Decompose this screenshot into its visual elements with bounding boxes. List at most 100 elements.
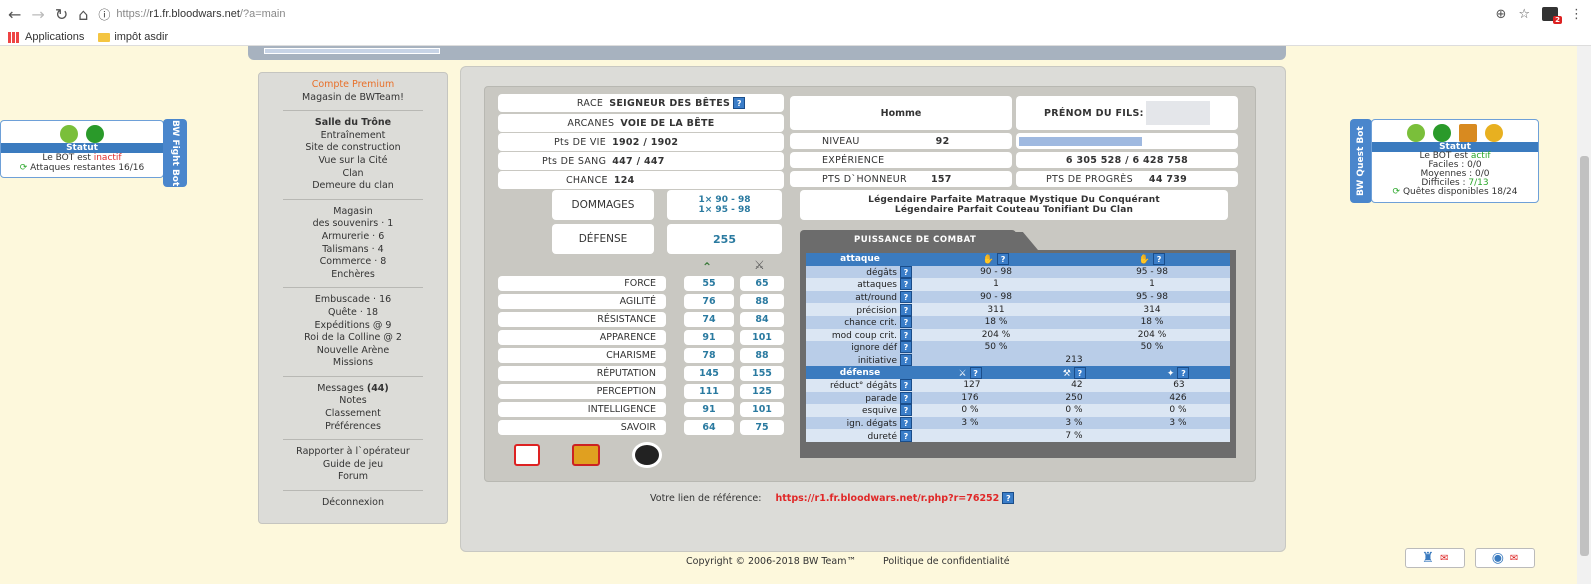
menu-item[interactable]: Roi de la Colline @ 2 [259,332,447,345]
menu-item[interactable]: Expéditions @ 9 [259,320,447,333]
gift-icon[interactable] [572,444,600,466]
bottom-button-2[interactable]: ◉ ✉ [1475,548,1535,568]
pierce-col: ✦? [1167,366,1190,379]
star-icon[interactable]: ☆ [1518,7,1530,22]
durete-row: dureté? 7 % [806,429,1230,442]
help-icon[interactable]: ? [900,404,912,417]
back-icon[interactable]: ← [8,5,21,24]
play-icon[interactable] [86,125,104,143]
refresh-icon[interactable]: ⟳ [20,163,28,173]
help-icon[interactable]: ? [900,391,912,404]
help-icon[interactable]: ? [900,341,912,354]
stat-base: 111 [684,384,734,399]
address-bar[interactable]: ⓘ https://r1.fr.bloodwars.net/?a=main [98,6,1485,23]
menu-item[interactable]: Armurerie · 6 [259,231,447,244]
weapon-name[interactable]: Légendaire Parfaite Matraque Mystique Du… [868,195,1160,205]
stat-base: 91 [684,402,734,417]
menu-item[interactable]: Demeure du clan [259,180,447,193]
help-icon[interactable]: ? [900,316,912,329]
help-icon[interactable]: ? [1073,366,1086,379]
dommages-line: 1× 90 - 98 [698,195,751,205]
arcanes-box: ARCANES VOIE DE LA BÊTE [498,114,784,132]
help-icon[interactable]: ? [900,278,912,291]
door-icon[interactable] [1459,124,1477,142]
menu-item[interactable]: Missions [259,357,447,370]
help-icon[interactable]: ? [997,253,1010,266]
menu-item[interactable]: Forum [259,471,447,484]
menu-item[interactable]: Commerce · 8 [259,256,447,269]
radiation-icon[interactable] [1485,124,1503,142]
help-icon[interactable]: ? [969,366,982,379]
quest-bot-tab[interactable]: BW Quest Bot [1350,119,1372,203]
menu-item[interactable]: Clan [259,168,447,181]
stat-name: AGILITÉ [619,296,656,307]
menu-item[interactable]: Classement [259,408,447,421]
menu-item[interactable]: Préférences [259,421,447,434]
help-icon[interactable]: ? [900,379,912,392]
menu-item[interactable]: Nouvelle Arène [259,345,447,358]
defense-value-box: 255 [667,224,782,254]
weapon-name[interactable]: Légendaire Parfait Couteau Tonifiant Du … [895,205,1133,215]
row-label-text: att/round [855,293,897,304]
menu-item[interactable]: Guide de jeu [259,459,447,472]
quests-available: Quêtes disponibles 18/24 [1402,187,1518,197]
help-icon[interactable]: ? [1002,492,1015,504]
menu-icon[interactable]: ⋮ [1570,7,1583,22]
row-label-text: mod coup crit. [831,330,897,341]
reload-icon[interactable]: ↻ [55,5,68,24]
menu-item[interactable]: Rapporter à l`opérateur [259,446,447,459]
bookmark-apps[interactable]: Applications [8,31,84,43]
referral-link[interactable]: https://r1.fr.bloodwars.net/r.php?r=7625… [775,493,999,504]
home-icon[interactable]: ⌂ [78,5,88,24]
zoom-icon[interactable]: ⊕ [1495,7,1506,22]
sang-box: Pts DE SANG 447 / 447 [498,152,784,170]
menu-premium[interactable]: Compte Premium [259,79,447,92]
menu-shop[interactable]: Magasin de BWTeam! [259,92,447,105]
menu-item[interactable]: Quête · 18 [259,307,447,320]
info-icon[interactable]: ⓘ [98,6,110,23]
menu-item[interactable]: Talismans · 4 [259,244,447,257]
menu-item[interactable]: Site de construction [259,142,447,155]
top-bar-input [264,48,440,54]
help-icon[interactable]: ? [900,417,912,430]
menu-item[interactable]: Enchères [259,269,447,282]
help-icon[interactable]: ? [900,354,912,367]
help-icon[interactable]: ? [900,265,912,278]
menu-item[interactable]: Magasin [259,206,447,219]
help-icon[interactable]: ? [900,429,912,442]
menu-item[interactable]: Notes [259,395,447,408]
gear-icon[interactable] [1407,124,1425,142]
menu-item[interactable]: Entraînement [259,130,447,143]
menu-logout[interactable]: Déconnexion [259,497,447,510]
gear-icon[interactable] [60,125,78,143]
extension-icon[interactable]: 2 [1542,7,1562,24]
help-icon[interactable]: ? [900,328,912,341]
help-icon[interactable]: ? [733,97,746,109]
help-icon[interactable]: ? [1153,253,1166,266]
race-label: RACE [576,97,604,109]
bottom-button-1[interactable]: ♜ ✉ [1405,548,1465,568]
scrollbar-thumb[interactable] [1580,156,1589,556]
attack-value: 1 [918,278,1074,291]
row-label: parade? [806,391,918,405]
ball-icon[interactable] [632,442,662,468]
help-icon[interactable]: ? [900,303,912,316]
privacy-link[interactable]: Politique de confidentialité [883,556,1010,567]
menu-item[interactable]: des souvenirs · 1 [259,218,447,231]
scrollbar[interactable] [1577,46,1591,584]
refresh-icon[interactable]: ⟳ [1393,187,1401,197]
forward-icon[interactable]: → [31,5,44,24]
menu-item[interactable]: Embuscade · 16 [259,294,447,307]
bookmark-impot[interactable]: impôt asdir [98,31,168,43]
stop-icon[interactable] [1433,124,1451,142]
fight-bot-tab[interactable]: BW Fight Bot [163,119,187,187]
attack-row: mod coup crit.? 204 % 204 % [806,328,1230,342]
status-header: Statut [1,143,163,153]
menu-item[interactable]: Vue sur la Cité [259,155,447,168]
calendar-icon[interactable] [514,444,540,466]
menu-throne-room[interactable]: Salle du Trône [259,117,447,130]
menu-messages[interactable]: Messages (44) [259,383,447,396]
help-icon[interactable]: ? [900,291,912,304]
help-icon[interactable]: ? [1177,366,1190,379]
niveau-value: 92 [935,135,950,147]
